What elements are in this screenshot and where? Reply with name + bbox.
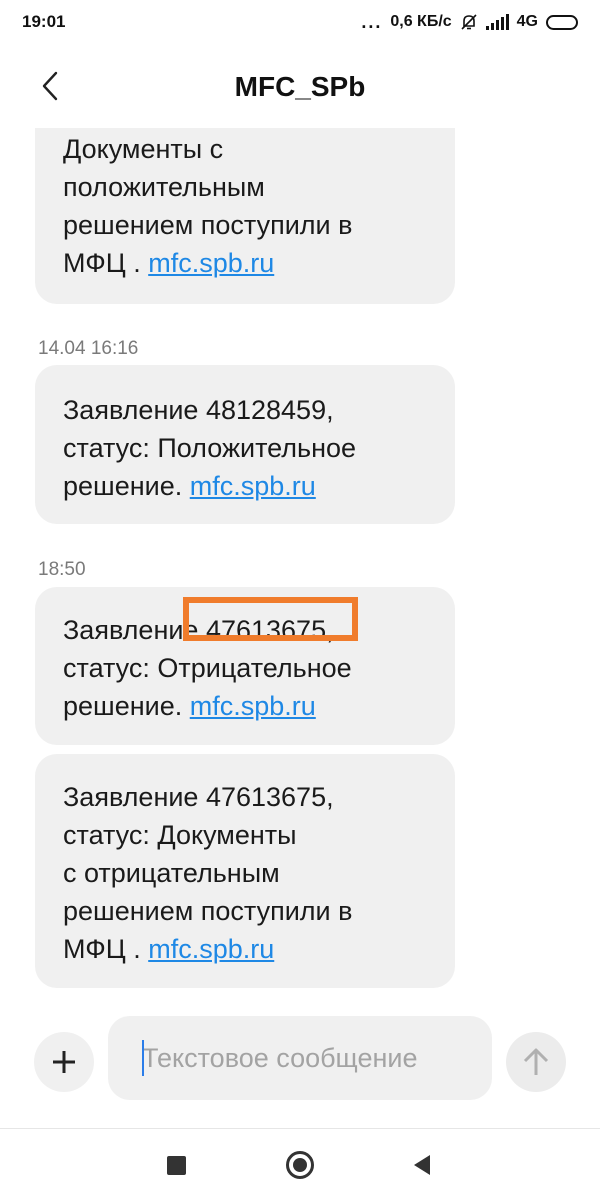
message-timestamp: 14.04 16:16 — [38, 338, 139, 359]
message-line: статус: Положительное — [63, 433, 357, 463]
message-line: решение. mfc.spb.ru — [63, 467, 427, 505]
message-text: МФЦ . — [63, 934, 149, 964]
plus-icon — [53, 1051, 75, 1073]
message-line: решение. mfc.spb.ru — [63, 687, 427, 725]
status-bar: 19:01 ... 0,6 КБ/с 4G — [0, 0, 600, 44]
message-text: МФЦ . — [63, 248, 149, 278]
message-text: решение. — [63, 471, 190, 501]
message-timestamp: 18:50 — [38, 559, 86, 580]
bell-off-icon — [461, 14, 477, 30]
message-line: с отрицательным — [63, 858, 280, 888]
message-line: решением поступили в — [63, 210, 353, 240]
message-input[interactable]: Текстовое сообщение — [108, 1016, 492, 1100]
more-dots: ... — [361, 11, 383, 32]
back-triangle-icon[interactable] — [412, 1154, 432, 1176]
text-caret — [142, 1040, 144, 1076]
message-line: статус: Отрицательное — [63, 653, 352, 683]
conversation-title: MFC_SPb — [234, 71, 366, 102]
chevron-left-icon — [42, 71, 58, 101]
message-link[interactable]: mfc.spb.ru — [148, 934, 274, 964]
message-line: Заявление 48128459, — [63, 395, 334, 425]
send-button[interactable] — [506, 1032, 566, 1092]
message-line: МФЦ . mfc.spb.ru — [63, 930, 427, 968]
network-type: 4G — [516, 13, 538, 30]
message-line: положительным — [63, 172, 265, 202]
battery-icon — [546, 14, 578, 30]
message-input-placeholder: Текстовое сообщение — [142, 1042, 418, 1073]
message-bubble[interactable]: Заявление 47613675, статус: Документы с … — [35, 754, 455, 988]
message-line: Заявление 47613675, — [63, 782, 334, 812]
signal-icon — [485, 14, 509, 30]
message-bubble[interactable]: Документы с положительным решением посту… — [35, 128, 455, 304]
message-line: статус: Документы — [63, 820, 297, 850]
conversation-header: MFC_SPb — [0, 44, 600, 130]
network-speed: 0,6 КБ/с — [390, 13, 452, 30]
message-link[interactable]: mfc.spb.ru — [190, 691, 316, 721]
attach-button[interactable] — [34, 1032, 94, 1092]
message-line: МФЦ . mfc.spb.ru — [63, 244, 427, 282]
message-text: решение. — [63, 691, 190, 721]
message-line: Документы с — [63, 134, 224, 164]
home-button[interactable] — [286, 1151, 314, 1179]
system-navigation-bar — [0, 1128, 600, 1200]
recent-apps-button[interactable] — [167, 1156, 186, 1175]
back-button[interactable] — [30, 66, 70, 106]
message-link[interactable]: mfc.spb.ru — [190, 471, 316, 501]
message-line: решением поступили в — [63, 896, 353, 926]
arrow-up-icon — [523, 1048, 549, 1075]
message-link[interactable]: mfc.spb.ru — [148, 248, 274, 278]
highlight-annotation — [183, 597, 358, 641]
status-icons: ... 0,6 КБ/с 4G — [361, 12, 578, 33]
message-bubble[interactable]: Заявление 48128459, статус: Положительно… — [35, 365, 455, 524]
status-time: 19:01 — [22, 12, 66, 31]
